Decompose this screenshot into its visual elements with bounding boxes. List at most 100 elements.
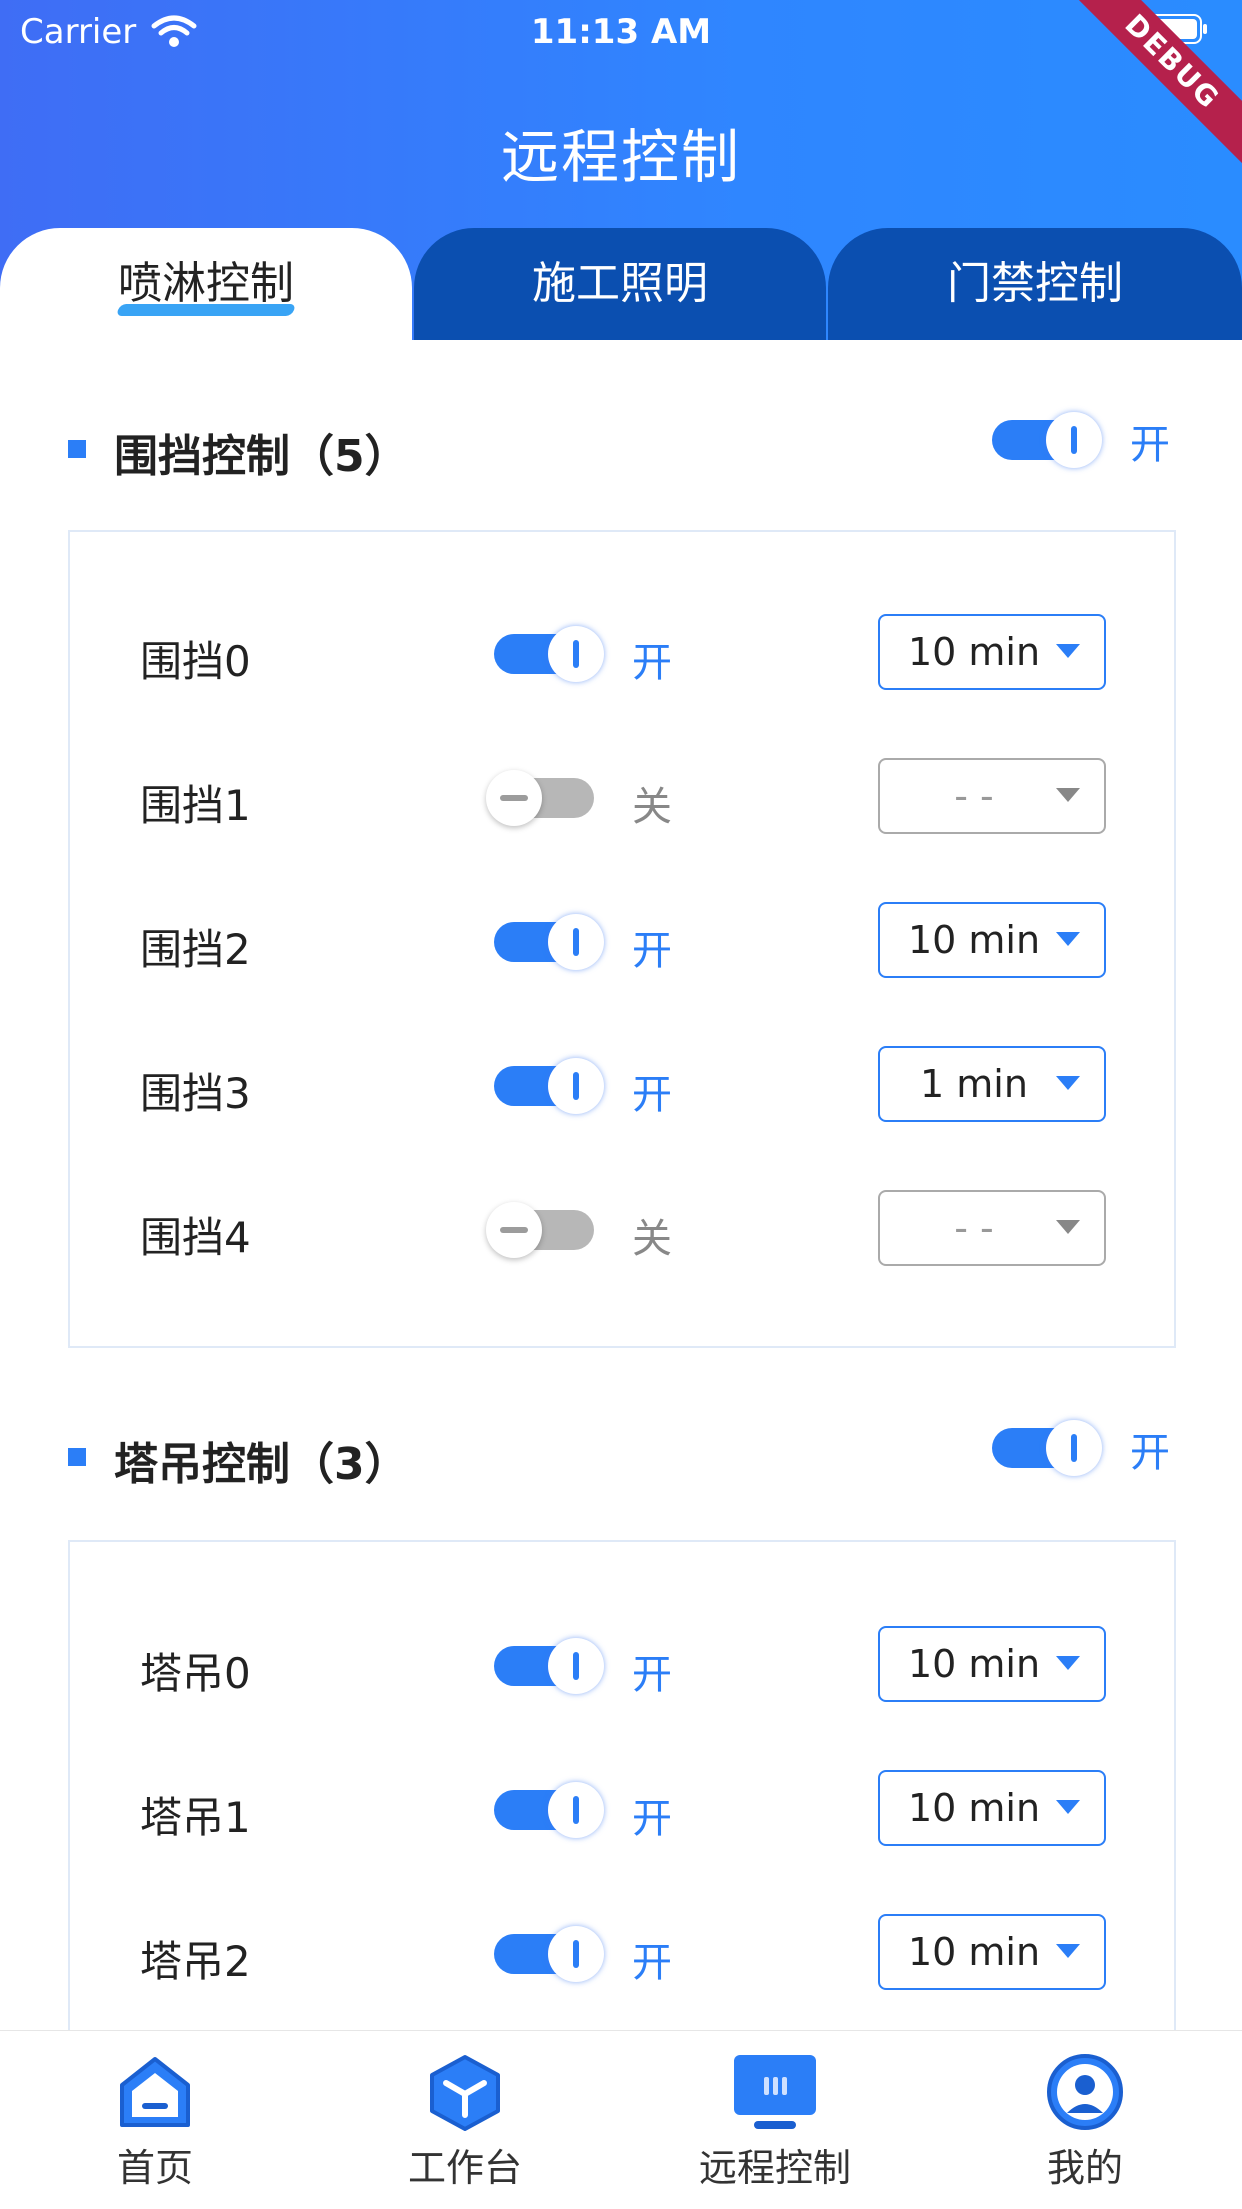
row-toggle[interactable] bbox=[494, 626, 604, 682]
duration-value: 10 min bbox=[907, 1786, 1041, 1830]
caret-down-icon bbox=[1056, 788, 1080, 802]
nav-home[interactable]: 首页 bbox=[0, 2031, 310, 2209]
duration-dropdown[interactable]: 10 min bbox=[878, 902, 1106, 978]
section-header-enclosure: 围挡控制（5） 开 bbox=[0, 406, 1242, 486]
user-icon bbox=[1047, 2054, 1123, 2130]
row-toggle[interactable] bbox=[494, 1782, 604, 1838]
row-state-label: 开 bbox=[632, 928, 672, 974]
row-toggle[interactable] bbox=[494, 1058, 604, 1114]
duration-value: - - bbox=[954, 774, 994, 818]
tab-label: 门禁控制 bbox=[947, 258, 1123, 309]
toggle-knob bbox=[548, 1638, 604, 1694]
cube-icon bbox=[430, 2055, 500, 2131]
row-state-label: 关 bbox=[632, 1216, 672, 1262]
clock: 11:13 AM bbox=[530, 12, 712, 52]
section-marker bbox=[68, 1448, 86, 1466]
toggle-knob bbox=[548, 914, 604, 970]
tab-spray-control[interactable]: 喷淋控制 bbox=[0, 228, 412, 340]
toggle-knob bbox=[1046, 412, 1102, 468]
row-name: 围挡3 bbox=[140, 1069, 251, 1118]
nav-label: 首页 bbox=[116, 2146, 193, 2190]
duration-value: - - bbox=[954, 1206, 994, 1250]
status-bar: Carrier 11:13 AM bbox=[0, 12, 1242, 56]
row-toggle[interactable] bbox=[486, 770, 604, 826]
home-icon bbox=[120, 2057, 190, 2127]
control-row: 围挡3 开 1 min bbox=[70, 1046, 1174, 1126]
duration-value: 1 min bbox=[920, 1062, 1028, 1106]
section-header-tower-crane: 塔吊控制（3） 开 bbox=[0, 1414, 1242, 1494]
tab-bar: 喷淋控制 施工照明 门禁控制 bbox=[0, 228, 1242, 340]
duration-dropdown[interactable]: 1 min bbox=[878, 1046, 1106, 1122]
control-row: 围挡0 开 10 min bbox=[70, 614, 1174, 694]
nav-label: 远程控制 bbox=[698, 2146, 851, 2190]
toggle-knob bbox=[486, 770, 542, 826]
duration-dropdown[interactable]: - - bbox=[878, 758, 1106, 834]
master-state-label: 开 bbox=[1130, 422, 1170, 468]
nav-mine[interactable]: 我的 bbox=[930, 2031, 1240, 2209]
page-title: 远程控制 bbox=[500, 123, 741, 191]
duration-dropdown[interactable]: - - bbox=[878, 1190, 1106, 1266]
row-toggle[interactable] bbox=[494, 914, 604, 970]
row-name: 围挡1 bbox=[140, 781, 251, 830]
master-state-label: 开 bbox=[1130, 1430, 1170, 1476]
toggle-knob bbox=[1046, 1420, 1102, 1476]
master-toggle[interactable] bbox=[992, 412, 1102, 468]
master-toggle[interactable] bbox=[992, 1420, 1102, 1476]
caret-down-icon bbox=[1056, 644, 1080, 658]
section-marker bbox=[68, 440, 86, 458]
row-name: 围挡0 bbox=[140, 637, 251, 686]
row-state-label: 开 bbox=[632, 1940, 672, 1986]
duration-dropdown[interactable]: 10 min bbox=[878, 1914, 1106, 1990]
row-state-label: 开 bbox=[632, 1796, 672, 1842]
row-name: 围挡4 bbox=[140, 1213, 251, 1262]
row-toggle[interactable] bbox=[486, 1202, 604, 1258]
row-name: 塔吊1 bbox=[140, 1793, 251, 1842]
tab-access-control[interactable]: 门禁控制 bbox=[828, 228, 1242, 340]
nav-remote-control[interactable]: 远程控制 bbox=[620, 2031, 930, 2209]
duration-dropdown[interactable]: 10 min bbox=[878, 614, 1106, 690]
control-row: 围挡1 关 - - bbox=[70, 758, 1174, 838]
duration-value: 10 min bbox=[907, 1642, 1041, 1686]
row-state-label: 开 bbox=[632, 1652, 672, 1698]
toggle-knob bbox=[548, 1926, 604, 1982]
tab-construction-lighting[interactable]: 施工照明 bbox=[414, 228, 826, 340]
caret-down-icon bbox=[1056, 1944, 1080, 1958]
nav-workbench[interactable]: 工作台 bbox=[310, 2031, 620, 2209]
row-state-label: 开 bbox=[632, 1072, 672, 1118]
caret-down-icon bbox=[1056, 1220, 1080, 1234]
header: Carrier 11:13 AM 远程控制 DEBUG 喷淋控制 施工照明 门禁… bbox=[0, 0, 1242, 340]
duration-dropdown[interactable]: 10 min bbox=[878, 1770, 1106, 1846]
row-toggle[interactable] bbox=[494, 1638, 604, 1694]
toggle-knob bbox=[486, 1202, 542, 1258]
toggle-knob bbox=[548, 626, 604, 682]
toggle-knob bbox=[548, 1782, 604, 1838]
row-name: 塔吊0 bbox=[140, 1649, 251, 1698]
control-row: 塔吊2 开 10 min bbox=[70, 1914, 1174, 1994]
nav-label: 我的 bbox=[1046, 2146, 1123, 2190]
section-title: 围挡控制（5） bbox=[114, 431, 409, 482]
caret-down-icon bbox=[1056, 1076, 1080, 1090]
caret-down-icon bbox=[1056, 932, 1080, 946]
row-state-label: 关 bbox=[632, 784, 672, 830]
enclosure-card: 围挡0 开 10 min 围挡1 关 - - 围挡2 开 10 min 围挡3 … bbox=[68, 530, 1176, 1348]
duration-dropdown[interactable]: 10 min bbox=[878, 1626, 1106, 1702]
tab-label: 喷淋控制 bbox=[118, 258, 294, 309]
section-title: 塔吊控制（3） bbox=[114, 1439, 409, 1490]
tower-crane-card: 塔吊0 开 10 min 塔吊1 开 10 min 塔吊2 开 10 min bbox=[68, 1540, 1176, 2064]
row-toggle[interactable] bbox=[494, 1926, 604, 1982]
nav-label: 工作台 bbox=[407, 2146, 522, 2190]
caret-down-icon bbox=[1056, 1656, 1080, 1670]
duration-value: 10 min bbox=[907, 1930, 1041, 1974]
duration-value: 10 min bbox=[907, 918, 1041, 962]
control-row: 塔吊1 开 10 min bbox=[70, 1770, 1174, 1850]
caret-down-icon bbox=[1056, 1800, 1080, 1814]
control-row: 塔吊0 开 10 min bbox=[70, 1626, 1174, 1706]
row-name: 塔吊2 bbox=[140, 1937, 251, 1986]
toggle-knob bbox=[548, 1058, 604, 1114]
control-row: 围挡4 关 - - bbox=[70, 1190, 1174, 1270]
remote-control-icon bbox=[734, 2055, 816, 2129]
row-state-label: 开 bbox=[632, 640, 672, 686]
duration-value: 10 min bbox=[907, 630, 1041, 674]
row-name: 围挡2 bbox=[140, 925, 251, 974]
control-row: 围挡2 开 10 min bbox=[70, 902, 1174, 982]
